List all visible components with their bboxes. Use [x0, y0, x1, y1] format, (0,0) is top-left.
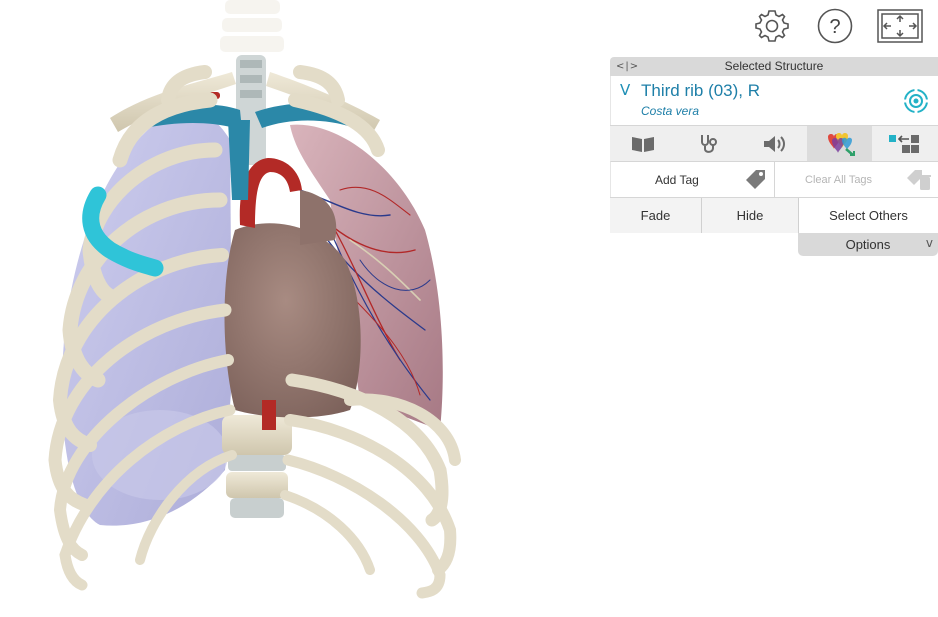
clear-tags-icon — [907, 170, 931, 190]
help-glyph: ? — [829, 16, 840, 38]
locate-target-icon[interactable] — [902, 87, 930, 115]
anatomy-3d-viewport[interactable] — [0, 0, 600, 617]
isolate-icon — [889, 134, 920, 153]
tab-isolate[interactable] — [872, 126, 938, 161]
fade-button[interactable]: Fade — [610, 198, 701, 233]
add-tag-label: Add Tag — [655, 172, 699, 187]
options-label: Options — [845, 237, 891, 252]
tag-icon — [746, 170, 765, 189]
structure-tools-row — [610, 125, 938, 161]
structure-name: Third rib (03), R — [641, 81, 761, 100]
tab-quiz[interactable] — [806, 126, 873, 161]
speaker-icon — [763, 135, 785, 152]
aorta[interactable] — [239, 158, 302, 228]
select-others-button[interactable]: Select Others — [798, 198, 938, 233]
structure-info: V Third rib (03), R Costa vera — [610, 76, 938, 125]
fullscreen-button[interactable] — [876, 6, 924, 46]
tab-clinical[interactable] — [676, 126, 742, 161]
cervical-spine[interactable] — [220, 0, 284, 52]
hide-button[interactable]: Hide — [701, 198, 798, 233]
chevron-down-icon: v — [925, 236, 933, 250]
panel-title: Selected Structure — [724, 59, 824, 73]
structure-latin-name: Costa vera — [641, 104, 700, 118]
options-button[interactable]: Options v — [798, 233, 938, 256]
quiz-icon — [827, 132, 855, 156]
visibility-actions-row: Fade Hide Select Others — [610, 197, 938, 233]
add-tag-button[interactable]: Add Tag — [611, 162, 774, 197]
tab-definition[interactable] — [610, 126, 676, 161]
expand-structure-chevron[interactable]: V — [620, 81, 630, 99]
book-icon — [631, 136, 654, 152]
tags-row: Add Tag Clear All Tags — [610, 161, 938, 197]
panel-collapse-toggle[interactable]: <|> — [616, 57, 639, 76]
thorax-model[interactable] — [0, 0, 600, 617]
panel-header: <|> Selected Structure — [610, 57, 938, 76]
help-button[interactable]: ? — [815, 6, 855, 46]
descending-aorta[interactable] — [262, 400, 276, 430]
tab-pronunciation[interactable] — [741, 126, 807, 161]
fullscreen-icon — [877, 9, 923, 43]
settings-button[interactable] — [752, 6, 792, 46]
stethoscope-icon — [701, 134, 718, 153]
clear-all-tags-button[interactable]: Clear All Tags — [774, 162, 938, 197]
clear-all-tags-label: Clear All Tags — [805, 173, 873, 186]
question-icon: ? — [817, 8, 853, 44]
selected-structure-panel: <|> Selected Structure V Third rib (03),… — [610, 57, 938, 256]
gear-icon — [755, 10, 789, 42]
